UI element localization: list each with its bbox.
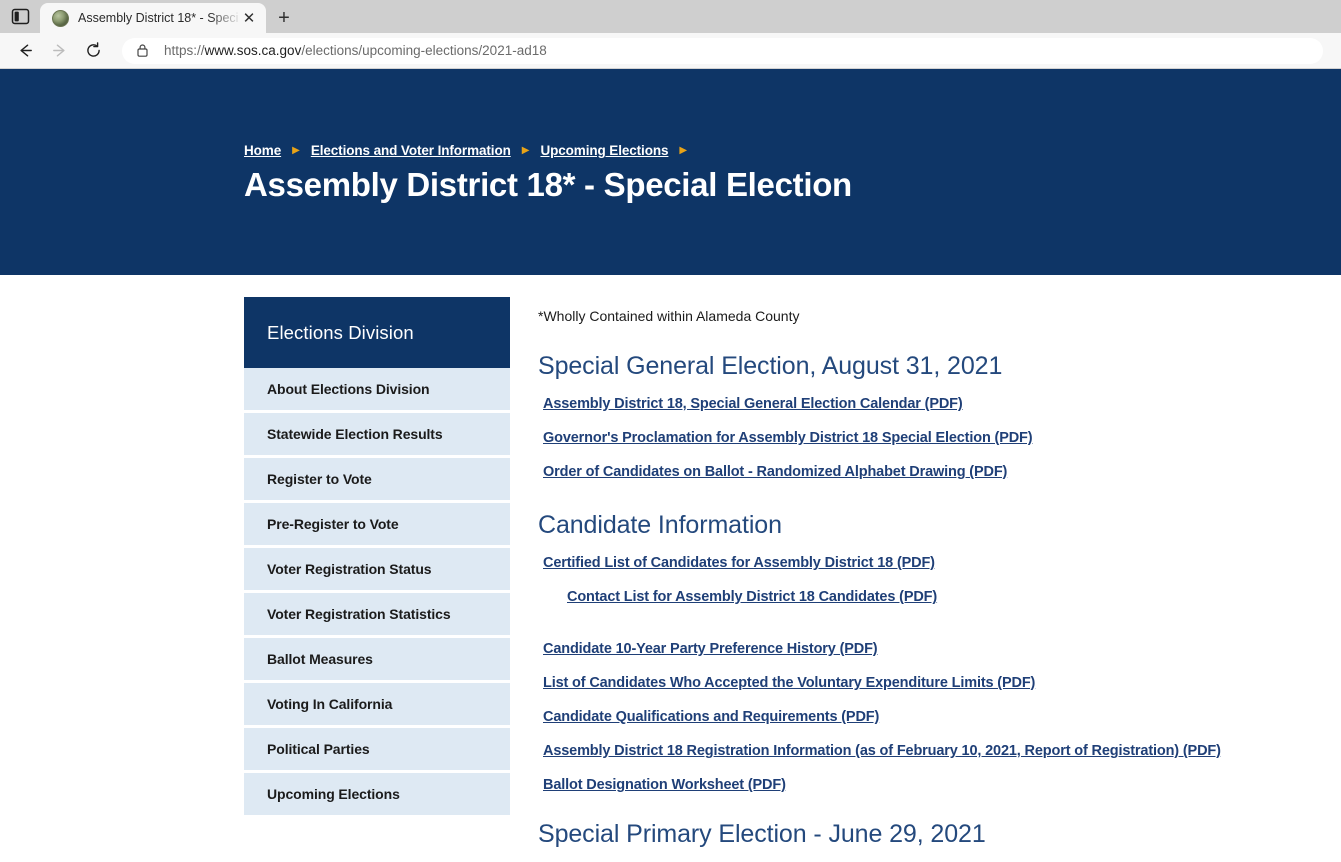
- link-certified-list-of-candidates[interactable]: Certified List of Candidates for Assembl…: [543, 555, 935, 571]
- sidebar-item-label: Upcoming Elections: [267, 786, 400, 802]
- chevron-right-icon: ▶: [281, 146, 311, 156]
- sidebar-item-label: Political Parties: [267, 741, 370, 757]
- link-candidate-10-year-party-preference-history[interactable]: Candidate 10-Year Party Preference Histo…: [543, 641, 878, 657]
- breadcrumb-item-elections-and-voter-information[interactable]: Elections and Voter Information: [311, 143, 511, 158]
- sidebar-item-about-elections-division[interactable]: About Elections Division: [244, 368, 510, 413]
- link-order-of-candidates-on-ballot[interactable]: Order of Candidates on Ballot - Randomiz…: [543, 464, 1007, 480]
- section-heading-candidate-information: Candidate Information: [538, 511, 1311, 540]
- sidebar-item-ballot-measures[interactable]: Ballot Measures: [244, 638, 510, 683]
- page-content: Home ▶ Elections and Voter Information ▶…: [0, 69, 1341, 849]
- browser-tab[interactable]: Assembly District 18* - Special El ✕: [40, 3, 266, 33]
- link-row: Contact List for Assembly District 18 Ca…: [567, 588, 1311, 606]
- sidebar-item-label: Voting In California: [267, 696, 392, 712]
- sidebar-nav: Elections Division About Elections Divis…: [244, 297, 510, 849]
- browser-toolbar: https://www.sos.ca.gov/elections/upcomin…: [0, 33, 1341, 69]
- browser-chrome: Assembly District 18* - Special El ✕ +: [0, 0, 1341, 69]
- tab-sidebar-toggle-icon[interactable]: [0, 0, 40, 33]
- section-heading-special-general-election: Special General Election, August 31, 202…: [538, 352, 1311, 381]
- chevron-right-icon: ▶: [668, 146, 698, 156]
- link-contact-list-for-candidates[interactable]: Contact List for Assembly District 18 Ca…: [567, 589, 937, 605]
- tab-title: Assembly District 18* - Special El: [78, 11, 238, 25]
- section-heading-special-primary-election: Special Primary Election - June 29, 2021: [538, 820, 1311, 849]
- sidebar-item-register-to-vote[interactable]: Register to Vote: [244, 458, 510, 503]
- link-voluntary-expenditure-limits[interactable]: List of Candidates Who Accepted the Volu…: [543, 675, 1035, 691]
- breadcrumb: Home ▶ Elections and Voter Information ▶…: [244, 143, 1341, 158]
- link-row: Candidate Qualifications and Requirement…: [543, 708, 1311, 726]
- url-text: https://www.sos.ca.gov/elections/upcomin…: [164, 43, 547, 58]
- page-hero-banner: Home ▶ Elections and Voter Information ▶…: [0, 69, 1341, 275]
- sidebar-header: Elections Division: [244, 297, 510, 368]
- new-tab-button[interactable]: +: [266, 3, 302, 33]
- sidebar-item-label: Voter Registration Status: [267, 561, 432, 577]
- link-row: Assembly District 18, Special General El…: [543, 395, 1311, 413]
- link-row: List of Candidates Who Accepted the Volu…: [543, 674, 1311, 692]
- link-row: Assembly District 18 Registration Inform…: [543, 742, 1311, 760]
- lock-icon: [136, 43, 152, 58]
- link-registration-information[interactable]: Assembly District 18 Registration Inform…: [543, 743, 1221, 759]
- forward-arrow-icon: [42, 36, 76, 66]
- link-row: Order of Candidates on Ballot - Randomiz…: [543, 463, 1311, 481]
- sidebar-item-label: Pre-Register to Vote: [267, 516, 399, 532]
- link-row: Governor's Proclamation for Assembly Dis…: [543, 429, 1311, 447]
- address-bar[interactable]: https://www.sos.ca.gov/elections/upcomin…: [122, 38, 1323, 64]
- link-row: Certified List of Candidates for Assembl…: [543, 554, 1311, 572]
- sidebar-item-political-parties[interactable]: Political Parties: [244, 728, 510, 773]
- link-governors-proclamation[interactable]: Governor's Proclamation for Assembly Dis…: [543, 430, 1032, 446]
- sidebar-header-label: Elections Division: [267, 322, 414, 344]
- close-icon[interactable]: ✕: [238, 7, 260, 29]
- sidebar-item-voting-in-california[interactable]: Voting In California: [244, 683, 510, 728]
- link-candidate-qualifications-and-requirements[interactable]: Candidate Qualifications and Requirement…: [543, 709, 879, 725]
- link-row: Candidate 10-Year Party Preference Histo…: [543, 640, 1311, 658]
- county-note: *Wholly Contained within Alameda County: [538, 308, 1311, 324]
- link-special-general-election-calendar[interactable]: Assembly District 18, Special General El…: [543, 396, 963, 412]
- sidebar-item-label: Statewide Election Results: [267, 426, 443, 442]
- browser-tabstrip: Assembly District 18* - Special El ✕ +: [0, 0, 1341, 33]
- sidebar-item-label: Ballot Measures: [267, 651, 373, 667]
- sidebar-item-voter-registration-status[interactable]: Voter Registration Status: [244, 548, 510, 593]
- link-row: Ballot Designation Worksheet (PDF): [543, 776, 1311, 794]
- sidebar-item-label: Register to Vote: [267, 471, 372, 487]
- back-arrow-icon[interactable]: [8, 36, 42, 66]
- sidebar-item-label: About Elections Division: [267, 381, 430, 397]
- sidebar-item-voter-registration-statistics[interactable]: Voter Registration Statistics: [244, 593, 510, 638]
- page-title: Assembly District 18* - Special Election: [244, 167, 1341, 204]
- chevron-right-icon: ▶: [511, 146, 541, 156]
- breadcrumb-item-home[interactable]: Home: [244, 143, 281, 158]
- link-ballot-designation-worksheet[interactable]: Ballot Designation Worksheet (PDF): [543, 777, 786, 793]
- ca-seal-favicon: [52, 10, 69, 27]
- sidebar-item-label: Voter Registration Statistics: [267, 606, 451, 622]
- main-content: *Wholly Contained within Alameda County …: [510, 297, 1341, 849]
- sidebar-item-statewide-election-results[interactable]: Statewide Election Results: [244, 413, 510, 458]
- sidebar-item-upcoming-elections[interactable]: Upcoming Elections: [244, 773, 510, 818]
- reload-arrow-icon[interactable]: [76, 36, 110, 66]
- sidebar-item-pre-register-to-vote[interactable]: Pre-Register to Vote: [244, 503, 510, 548]
- breadcrumb-item-upcoming-elections[interactable]: Upcoming Elections: [540, 143, 668, 158]
